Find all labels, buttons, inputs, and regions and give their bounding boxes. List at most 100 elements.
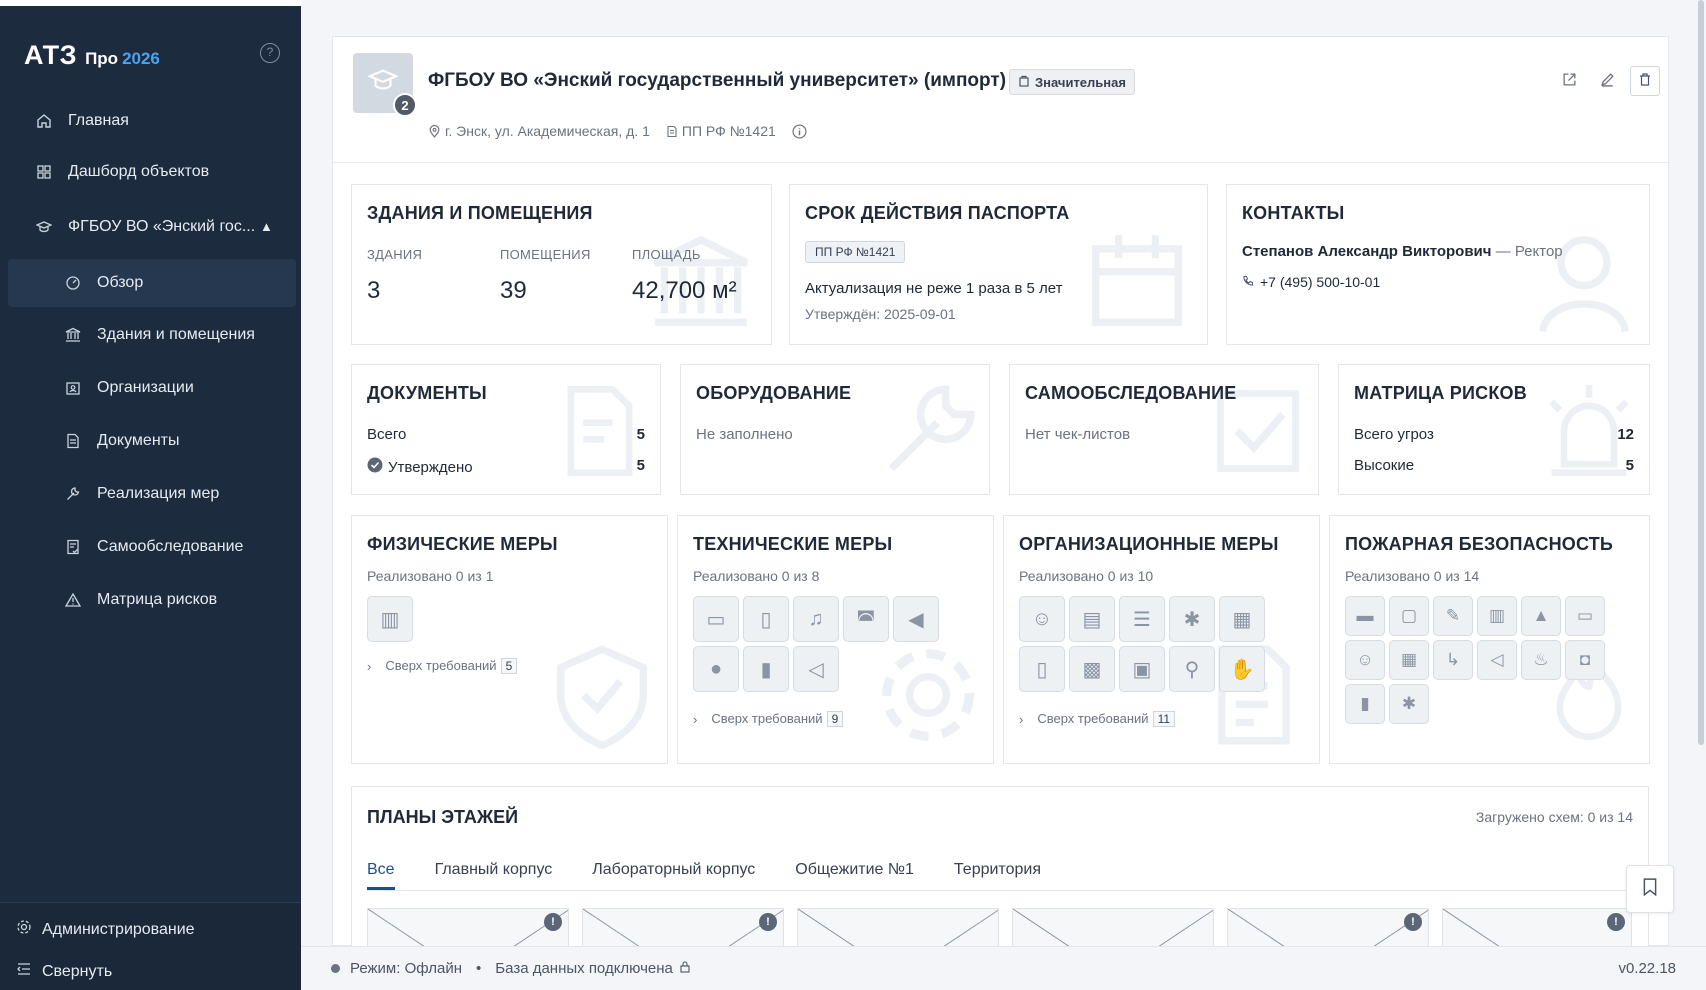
contacts-card[interactable]: Контакты Степанов Александр Викторович —…	[1226, 184, 1650, 345]
equipment-status: Не заполнено	[696, 426, 974, 443]
equipment-card[interactable]: Оборудование Не заполнено	[680, 364, 990, 495]
bomb-icon[interactable]: ●	[693, 646, 739, 692]
hand-icon[interactable]: ✋	[1219, 646, 1265, 692]
pager-icon[interactable]: ▮	[1345, 684, 1385, 724]
floor-plan-thumbnail[interactable]: !	[1442, 908, 1632, 948]
sidebar-item-label: Документы	[97, 432, 180, 449]
tab-lab-building[interactable]: Лабораторный корпус	[592, 861, 755, 890]
beyond-requirements-toggle[interactable]: › Сверх требований 9	[693, 711, 844, 727]
fence-icon[interactable]: ▥	[367, 596, 413, 642]
self-check-card[interactable]: Самообследование Нет чек-листов	[1009, 364, 1319, 495]
measure-icons: ▥	[367, 596, 413, 642]
scrollbar[interactable]	[1698, 0, 1704, 745]
beyond-requirements-toggle[interactable]: › Сверх требований 11	[1019, 711, 1176, 727]
tab-territory[interactable]: Территория	[954, 861, 1041, 890]
regulation-tag: ПП РФ №1421	[805, 241, 906, 263]
brand: АТЗ Про 2026	[24, 40, 160, 71]
floor-plan-thumbnail[interactable]	[1012, 908, 1214, 948]
loudspeaker-icon[interactable]: ◁	[793, 646, 839, 692]
sidebar-item-buildings[interactable]: Здания и помещения	[8, 311, 296, 359]
sidebar-item-measures[interactable]: Реализация мер	[8, 470, 296, 518]
organizational-measures-card[interactable]: Организационные меры Реализовано 0 из 10…	[1003, 515, 1320, 764]
person-icon[interactable]: ☺	[1345, 640, 1385, 680]
camera-icon[interactable]: ▭	[693, 596, 739, 642]
collapse-icon	[16, 961, 32, 982]
category-badge-label: Значительная	[1035, 74, 1126, 90]
map-icon[interactable]: ▦	[1389, 640, 1429, 680]
sidebar-item-label: Матрица рисков	[97, 591, 218, 608]
measure-icons: ▬ ▢ ✎ ▥ ▲ ▭ ☺ ▦ ↳ ◁ ♨ ◘ ▮ ✱	[1345, 596, 1605, 724]
header-actions	[1554, 66, 1660, 96]
truck-icon[interactable]: ▬	[1345, 596, 1385, 636]
row-label: Всего	[367, 426, 407, 443]
sidebar-item-dashboard[interactable]: Дашборд объектов	[8, 148, 296, 196]
open-external-button[interactable]	[1554, 66, 1584, 96]
server-icon[interactable]: ☰	[1119, 596, 1165, 642]
sidebar-item-object[interactable]: ФГБОУ ВО «Энский гос... ▲	[8, 203, 296, 251]
guard-icon[interactable]: ☺	[1019, 596, 1065, 642]
chevron-up-icon[interactable]: ▲	[260, 219, 273, 234]
measure-icons: ☺ ▤ ☰ ✱ ▦ ▯ ▩ ▣ ⚲ ✋	[1019, 596, 1279, 692]
sidebar-item-home[interactable]: Главная	[8, 97, 296, 145]
passport-card[interactable]: Срок действия паспорта ПП РФ №1421 Актуа…	[789, 184, 1208, 345]
evac-icon[interactable]: ✱	[1389, 684, 1429, 724]
door-icon[interactable]: ▮	[743, 646, 789, 692]
floor-plans-card: Планы этажей Загружено схем: 0 из 14 Все…	[351, 786, 1649, 956]
sidebar-item-risk-matrix[interactable]: Матрица рисков	[8, 576, 296, 624]
bell-icon[interactable]: ♫	[793, 596, 839, 642]
contact-phone[interactable]: +7 (495) 500-10-01	[1242, 274, 1380, 290]
documents-card[interactable]: Документы Всего 5 Утверждено 5	[351, 364, 661, 495]
sidebar-item-admin[interactable]: Администрирование	[16, 919, 195, 940]
hose-icon[interactable]: ▭	[1565, 596, 1605, 636]
extinguisher-icon[interactable]: ◘	[1565, 640, 1605, 680]
help-icon[interactable]: ?	[260, 43, 280, 63]
status-dot-icon	[331, 964, 340, 973]
floor-plan-thumbnail[interactable]: !	[367, 908, 569, 948]
page-icon[interactable]: ▯	[1019, 646, 1065, 692]
risks-total-row: Всего угроз 12	[1354, 426, 1634, 443]
exit-icon[interactable]: ↳	[1433, 640, 1473, 680]
status-bar: Режим: Офлайн • База данных подключена v…	[301, 946, 1706, 990]
tab-all[interactable]: Все	[367, 861, 395, 890]
fire-icon[interactable]: ♨	[1521, 640, 1561, 680]
floor-plan-thumbnails: ! ! ! !	[367, 908, 1632, 948]
magnifier-icon[interactable]: ⚲	[1169, 646, 1215, 692]
megaphone-icon[interactable]: ◀	[893, 596, 939, 642]
book-icon[interactable]: ▥	[1477, 596, 1517, 636]
floor-plan-thumbnail[interactable]: !	[582, 908, 784, 948]
fire-safety-card[interactable]: Пожарная безопасность Реализовано 0 из 1…	[1329, 515, 1650, 764]
chevron-right-icon: ›	[693, 711, 698, 727]
info-icon[interactable]	[792, 123, 807, 139]
delete-button[interactable]	[1630, 66, 1660, 96]
note-icon[interactable]: ✎	[1433, 596, 1473, 636]
collapse-button[interactable]: Свернуть	[16, 961, 112, 982]
beyond-requirements-toggle[interactable]: › Сверх требований 5	[367, 658, 518, 674]
phone-icon[interactable]: ▯	[743, 596, 789, 642]
buildings-card[interactable]: Здания и помещения ЗДАНИЯ ПОМЕЩЕНИЯ ПЛОЩ…	[351, 184, 772, 345]
floor-plan-thumbnail[interactable]	[797, 908, 999, 948]
db-status: База данных подключена	[495, 960, 673, 977]
sidebar-item-overview[interactable]: Обзор	[8, 259, 296, 307]
risk-matrix-card[interactable]: Матрица рисков Всего угроз 12 Высокие 5	[1338, 364, 1650, 495]
sidebar-item-documents[interactable]: Документы	[8, 417, 296, 465]
cap-icon[interactable]: ▲	[1521, 596, 1561, 636]
technical-measures-card[interactable]: Технические меры Реализовано 0 из 8 ▭ ▯ …	[677, 515, 994, 764]
clipboard-icon[interactable]: ▦	[1219, 596, 1265, 642]
badge-icon[interactable]: ▤	[1069, 596, 1115, 642]
floor-plan-thumbnail[interactable]: !	[1227, 908, 1429, 948]
sidebar-item-self-check[interactable]: Самообследование	[8, 523, 296, 571]
trash-icon	[1638, 72, 1652, 91]
siren-icon[interactable]: ◚	[843, 596, 889, 642]
self-check-status: Нет чек-листов	[1025, 426, 1303, 443]
physical-measures-card[interactable]: Физические меры Реализовано 0 из 1 ▥ › С…	[351, 515, 668, 764]
grid-doc-icon[interactable]: ▩	[1069, 646, 1115, 692]
panel-icon[interactable]: ▢	[1389, 596, 1429, 636]
sidebar-item-organizations[interactable]: Организации	[8, 364, 296, 412]
edit-button[interactable]	[1592, 66, 1622, 96]
tab-main-building[interactable]: Главный корпус	[435, 861, 553, 890]
tab-dormitory[interactable]: Общежитие №1	[795, 861, 914, 890]
bookmark-button[interactable]	[1626, 865, 1674, 913]
window-icon[interactable]: ▣	[1119, 646, 1165, 692]
speaker-icon[interactable]: ◁	[1477, 640, 1517, 680]
runner-icon[interactable]: ✱	[1169, 596, 1215, 642]
